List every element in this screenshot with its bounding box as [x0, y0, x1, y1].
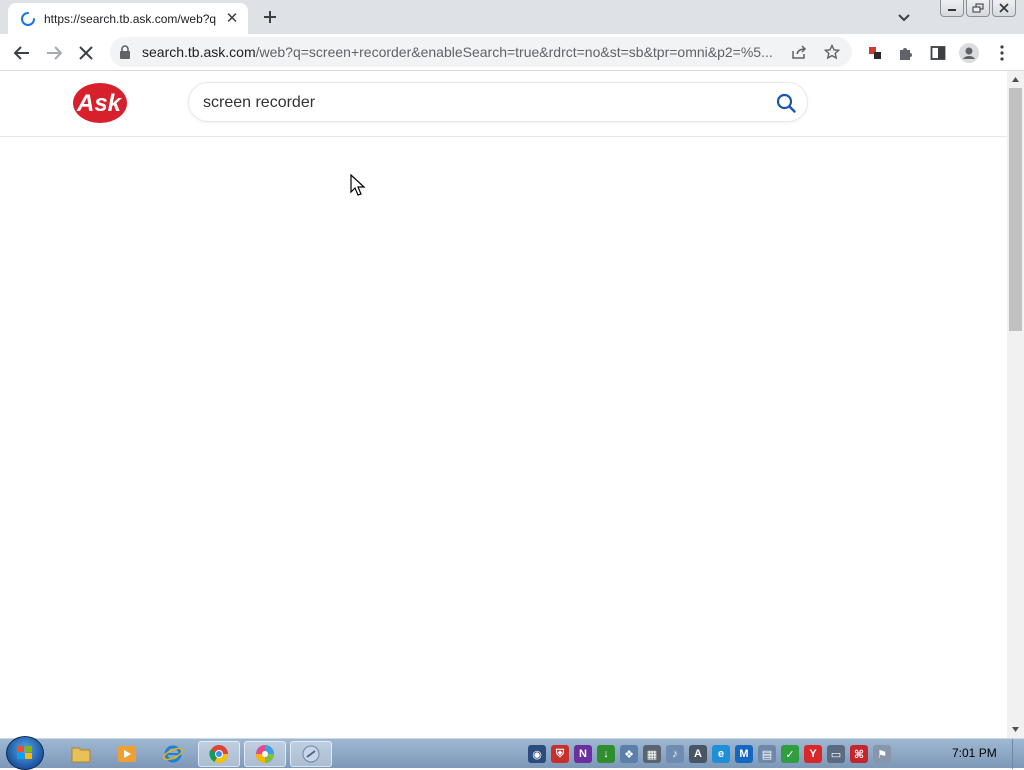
lock-icon[interactable] — [119, 45, 131, 59]
forward-button[interactable] — [43, 42, 65, 64]
close-button[interactable] — [992, 0, 1016, 17]
tray-malwarebytes-icon[interactable]: M — [735, 745, 753, 763]
search-box — [188, 82, 808, 122]
tray-onenote-icon[interactable]: N — [574, 745, 592, 763]
windows-taskbar: ◉ ⛨ N ↓ ❖ ▦ ♪ A e M ▤ ✓ Y ▭ ⌘ ⚑ 7:01 PM — [0, 736, 1024, 770]
restore-icon — [972, 3, 984, 13]
scroll-up-icon[interactable] — [1011, 75, 1020, 84]
search-icon[interactable] — [775, 92, 797, 114]
loading-spinner-icon — [21, 11, 35, 26]
taskbar-chrome[interactable] — [198, 741, 240, 767]
scroll-down-icon[interactable] — [1011, 725, 1020, 734]
tab-title: https://search.tb.ask.com/web?q — [44, 11, 216, 26]
tray-edge-icon[interactable]: e — [712, 745, 730, 763]
taskbar-app-tool[interactable] — [290, 741, 332, 767]
scrollbar-thumb[interactable] — [1009, 88, 1022, 331]
profile-button[interactable] — [958, 42, 980, 64]
minimize-icon — [948, 9, 956, 11]
tray-acrobat-icon[interactable]: ⌘ — [850, 745, 868, 763]
tray-dropbox-icon[interactable]: ❖ — [620, 745, 638, 763]
tab-strip: https://search.tb.ask.com/web?q ✕ — [0, 0, 1024, 34]
media-player-icon — [118, 746, 136, 762]
stop-button[interactable] — [75, 42, 97, 64]
browser-menu-button[interactable] — [991, 42, 1013, 64]
forward-icon — [47, 46, 63, 60]
new-tab-button[interactable] — [258, 5, 282, 29]
close-icon — [999, 3, 1009, 13]
extensions-menu-button[interactable] — [895, 42, 917, 64]
ask-logo-text: Ask — [76, 90, 123, 117]
tray-search-icon[interactable]: ◉ — [528, 745, 546, 763]
browser-toolbar: search.tb.ask.com/web?q=screen+recorder&… — [0, 34, 1024, 71]
tray-network-icon[interactable]: ▦ — [643, 745, 661, 763]
side-panel-button[interactable] — [927, 42, 949, 64]
tray-monitor-icon[interactable]: ▭ — [827, 745, 845, 763]
tray-shield-icon[interactable]: ⛨ — [551, 745, 569, 763]
taskbar-media-player[interactable] — [106, 741, 148, 767]
tray-download-icon[interactable]: ↓ — [597, 745, 615, 763]
tray-volume-icon[interactable]: ♪ — [666, 745, 684, 763]
start-button[interactable] — [6, 736, 44, 770]
tray-flag-icon[interactable]: ⚑ — [873, 745, 891, 763]
show-desktop-button[interactable] — [1012, 739, 1024, 769]
tool-app-icon — [302, 745, 320, 763]
taskbar-clock[interactable]: 7:01 PM — [952, 746, 997, 760]
address-bar[interactable]: search.tb.ask.com/web?q=screen+recorder&… — [110, 37, 852, 67]
menu-icon — [1000, 45, 1004, 61]
taskbar-ie[interactable] — [152, 741, 194, 767]
color-wheel-icon — [256, 745, 274, 763]
ask-header: Ask — [0, 71, 1007, 137]
share-icon[interactable] — [791, 45, 807, 59]
tray-clipboard-icon[interactable]: ▤ — [758, 745, 776, 763]
taskbar-app-colorwheel[interactable] — [244, 741, 286, 767]
windows-flag-icon — [17, 746, 32, 759]
ask-logo[interactable]: Ask — [72, 81, 130, 125]
system-tray: ◉ ⛨ N ↓ ❖ ▦ ♪ A e M ▤ ✓ Y ▭ ⌘ ⚑ — [528, 745, 891, 763]
tray-yandex-icon[interactable]: Y — [804, 745, 822, 763]
tab-search-chevron-icon[interactable] — [894, 7, 914, 27]
folder-icon — [71, 747, 91, 763]
internet-explorer-icon — [163, 745, 183, 763]
star-icon[interactable] — [824, 44, 840, 60]
tray-app-icon[interactable]: A — [689, 745, 707, 763]
chrome-icon — [209, 745, 228, 764]
sidepanel-icon — [930, 46, 946, 60]
url-host: search.tb.ask.com — [142, 44, 256, 60]
plus-icon — [264, 11, 276, 23]
taskbar-explorer[interactable] — [60, 741, 102, 767]
page-scrollbar[interactable] — [1007, 71, 1024, 738]
puzzle-icon — [900, 48, 912, 60]
tab-close-icon[interactable]: ✕ — [224, 10, 240, 27]
minimize-button[interactable] — [940, 0, 964, 17]
window-controls — [940, 0, 1016, 17]
search-input[interactable] — [203, 92, 763, 114]
stop-icon — [79, 46, 93, 60]
address-url[interactable]: search.tb.ask.com/web?q=screen+recorder&… — [142, 44, 782, 60]
mouse-cursor-icon — [350, 174, 366, 196]
tray-check-icon[interactable]: ✓ — [781, 745, 799, 763]
profile-icon — [959, 43, 979, 63]
extension-button[interactable] — [864, 42, 886, 64]
extension-icon — [869, 47, 881, 59]
restore-button[interactable] — [966, 0, 990, 17]
browser-tab[interactable]: https://search.tb.ask.com/web?q ✕ — [8, 3, 248, 34]
back-button[interactable] — [11, 42, 33, 64]
page-content: Ask — [0, 71, 1007, 738]
url-path: /web?q=screen+recorder&enableSearch=true… — [255, 44, 773, 60]
back-icon — [13, 46, 29, 60]
